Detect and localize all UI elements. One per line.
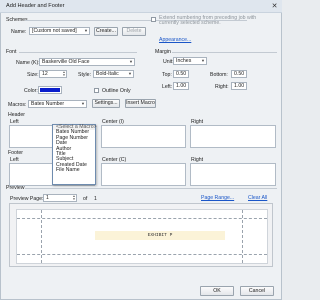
font-name-select[interactable]: Baskerville Old Face ▼ [39, 58, 135, 66]
header-right-textbox[interactable] [190, 125, 276, 148]
chevron-down-icon: ▼ [81, 101, 85, 106]
spinner-arrows-icon[interactable]: ▲ ▼ [72, 195, 76, 201]
footer-right-textbox[interactable] [190, 163, 276, 186]
macros-select[interactable]: Bates Number ▼ [28, 100, 87, 108]
create-button[interactable]: Create... [94, 27, 118, 36]
margin-right-input[interactable]: 1.00 [231, 82, 247, 90]
margin-top-label: Top: [162, 72, 172, 78]
insert-macro-button[interactable]: Insert Macro [125, 99, 156, 108]
cancel-button[interactable]: Cancel [240, 286, 274, 296]
margin-left-label: Left: [162, 84, 173, 90]
preview-divider [25, 188, 277, 189]
preview-page-input[interactable]: 1 ▲ ▼ [43, 194, 77, 202]
chevron-down-icon: ▼ [128, 71, 132, 76]
scheme-name-value: [Custom not saved] [32, 28, 77, 34]
right-margin-guide [242, 210, 243, 263]
margin-group-label: Margin [155, 49, 171, 55]
margin-bottom-input[interactable]: 0.50 [231, 70, 247, 78]
window-title: Add Header and Footer [6, 3, 65, 9]
margin-bottom-label: Bottom: [210, 72, 228, 78]
chevron-down-icon: ▼ [129, 59, 133, 64]
chevron-down-icon: ▼ [201, 58, 205, 63]
font-name-label: Name (K): [16, 60, 40, 66]
ok-button[interactable]: OK [200, 286, 234, 296]
preview-group-label: Preview [6, 185, 25, 191]
close-icon[interactable]: ✕ [270, 2, 279, 11]
delete-button[interactable]: Delete [122, 27, 146, 36]
margin-left-input[interactable]: 1.00 [173, 82, 189, 90]
outline-only-label: Outline Only [102, 88, 131, 94]
margin-top-input[interactable]: 0.50 [173, 70, 189, 78]
settings-button[interactable]: Settings... [92, 99, 120, 108]
font-divider [19, 52, 137, 53]
margin-top-value: 0.50 [176, 71, 187, 77]
header-group-label: Header [8, 112, 26, 118]
header-margin-guide [17, 218, 267, 219]
margin-unit-value: Inches [176, 58, 192, 64]
outline-only-checkbox[interactable] [94, 88, 99, 93]
title-bar: Add Header and Footer ✕ [0, 0, 282, 13]
clear-all-link[interactable]: Clear All [248, 195, 267, 201]
font-size-value: 12 [42, 71, 48, 77]
scheme-name-label: Name: [11, 29, 27, 35]
dialog-body: Schemes Name: [Custom not saved] ▼ Creat… [0, 13, 282, 300]
appearance-link[interactable]: Appearance... [159, 37, 191, 43]
macros-dropdown-menu: <Select a Macro> Bates Number Page Numbe… [52, 124, 97, 185]
macros-label: Macros: [8, 102, 27, 108]
extend-numbering-checkbox[interactable] [151, 17, 156, 22]
font-size-label: Size: [27, 72, 39, 78]
margin-right-label: Right: [215, 84, 229, 90]
preview-total-pages: 1 [94, 196, 97, 202]
margin-right-value: 1.00 [234, 83, 245, 89]
font-name-value: Baskerville Old Face [42, 59, 90, 65]
extend-numbering-label: Extend numbering from preceding job with… [159, 15, 257, 26]
page-range-link[interactable]: Page Range... [201, 195, 234, 201]
margin-left-value: 1.00 [176, 83, 187, 89]
preview-pane: EXHIBIT P [9, 203, 273, 267]
margin-bottom-value: 0.50 [234, 71, 245, 77]
margin-unit-select[interactable]: Inches ▼ [173, 57, 207, 65]
spinner-arrows-icon[interactable]: ▲ ▼ [62, 71, 66, 77]
preview-page-value: 1 [46, 195, 49, 201]
font-color-picker[interactable] [38, 86, 62, 94]
font-style-label: Style: [78, 72, 91, 78]
scheme-name-select[interactable]: [Custom not saved] ▼ [29, 27, 90, 35]
font-group-label: Font [6, 49, 17, 55]
left-margin-guide [41, 210, 42, 263]
font-size-input[interactable]: 12 ▲ ▼ [39, 70, 67, 78]
preview-page-label: Preview Page: [10, 196, 44, 202]
font-style-select[interactable]: Bold-Italic ▼ [93, 70, 134, 78]
font-color-label: Color: [24, 88, 38, 94]
preview-page-canvas: EXHIBIT P [16, 209, 268, 264]
footer-center-textbox[interactable] [101, 163, 186, 186]
exhibit-label: EXHIBIT P [147, 233, 173, 238]
watermark-band: EXHIBIT P [95, 231, 225, 240]
macros-value: Bates Number [31, 101, 65, 107]
chevron-down-icon: ▼ [84, 28, 88, 33]
color-swatch [40, 88, 60, 92]
footer-group-label: Footer [8, 150, 23, 156]
margin-divider [172, 52, 277, 53]
font-style-value: Bold-Italic [96, 71, 119, 77]
header-center-textbox[interactable] [101, 125, 186, 148]
menu-item[interactable]: File Name [53, 167, 95, 173]
footer-margin-guide [17, 254, 267, 255]
preview-of-label: of [83, 196, 88, 202]
